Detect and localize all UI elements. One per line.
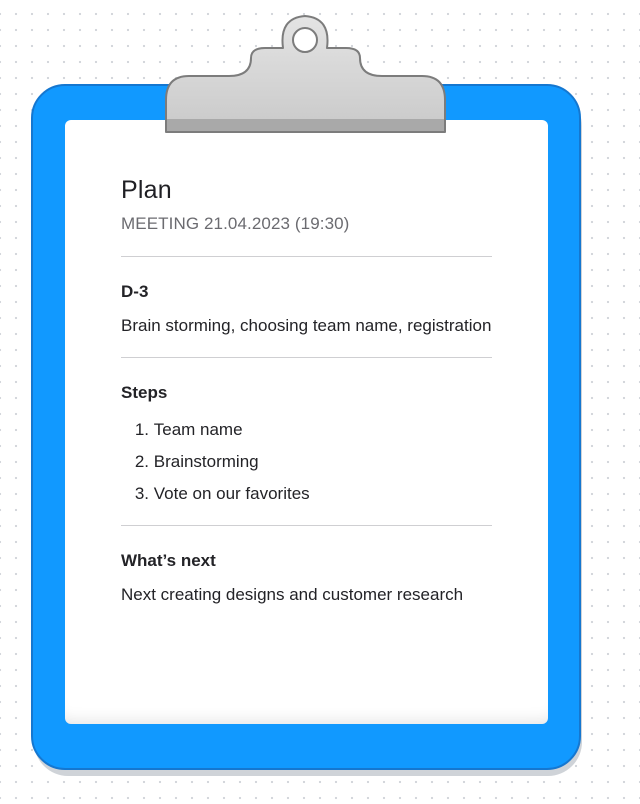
list-item-text: Vote on our favorites [153, 484, 310, 503]
note-subtitle: MEETING 21.04.2023 (19:30) [121, 214, 350, 233]
steps-list: 1. Team name 2. Brainstorming 3. Vote on… [121, 414, 492, 510]
list-item-text: Brainstorming [153, 452, 259, 471]
list-item-number: 1. [134, 420, 149, 439]
list-item: 3. Vote on our favorites [121, 478, 492, 510]
section-text: Next creating designs and customer resea… [121, 585, 464, 604]
section-d3: D-3 Brain storming, choosing team name, … [121, 280, 492, 340]
list-item: 2. Brainstorming [121, 446, 492, 478]
divider [121, 525, 492, 526]
list-item: 1. Team name [121, 414, 492, 446]
clipboard-clip-icon [165, 15, 446, 133]
canvas: Plan MEETING 21.04.2023 (19:30) D-3 Brai… [0, 0, 640, 804]
list-item-number: 3. [134, 484, 149, 503]
section-heading: What’s next [121, 551, 216, 570]
note-title: Plan [121, 176, 172, 204]
divider [121, 256, 492, 257]
section-whats-next: What’s next Next creating designs and cu… [121, 549, 492, 609]
list-item-number: 2. [134, 452, 149, 471]
note-paper: Plan MEETING 21.04.2023 (19:30) D-3 Brai… [65, 120, 548, 724]
section-text: Brain storming, choosing team name, regi… [121, 316, 492, 335]
divider [121, 357, 492, 358]
section-steps: Steps 1. Team name 2. Brainstorming 3. V… [121, 381, 492, 510]
section-heading: D-3 [121, 282, 149, 301]
section-heading: Steps [121, 383, 168, 402]
note-content: Plan MEETING 21.04.2023 (19:30) D-3 Brai… [121, 172, 492, 609]
list-item-text: Team name [153, 420, 243, 439]
